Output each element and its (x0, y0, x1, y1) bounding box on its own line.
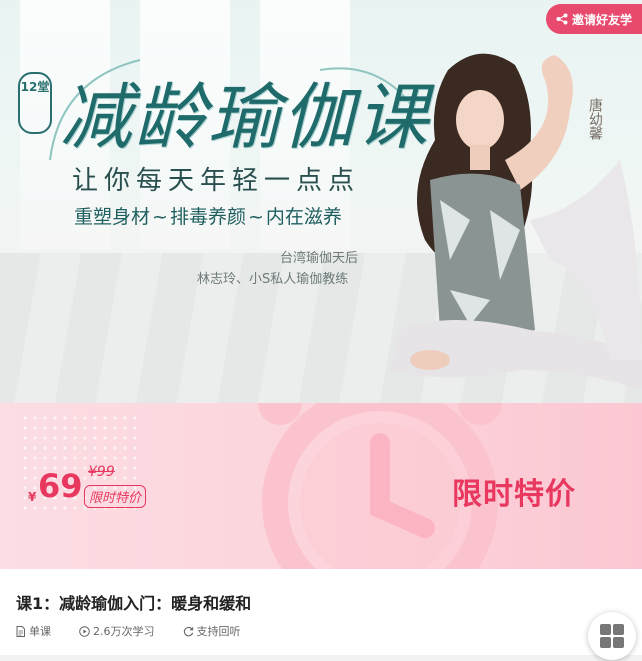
invite-friends-button[interactable]: 邀请好友学 (546, 4, 642, 34)
lesson-type-label: 单课 (29, 625, 51, 638)
replay-icon (183, 626, 193, 636)
invite-friends-label: 邀请好友学 (571, 12, 632, 27)
course-banner: 12堂 减龄瑜伽课 让你每天年轻一点点 重塑身材 ~ 排毒养颜 ~ 内在滋养 台湾瑜伽天… (0, 0, 642, 403)
play-circle-icon (79, 625, 90, 637)
menu-grid-button[interactable] (588, 612, 636, 660)
tagline-item: 重塑身材 (74, 206, 151, 228)
limited-offer-label: 限时特价 (452, 477, 576, 512)
current-price: 69 (38, 467, 83, 505)
document-icon (16, 625, 25, 637)
tagline-item: 排毒养颜 (169, 206, 246, 228)
tagline-separator: ~ (247, 206, 264, 228)
instructor-name: 唐幼馨 (587, 98, 603, 140)
original-price: ¥99 (88, 464, 115, 480)
instructor-credit-detail: 林志玲、小S私人瑜伽教练 (197, 272, 349, 287)
lesson-title[interactable]: 课1：减龄瑜伽入门：暖身和缓和 (16, 590, 251, 614)
lesson-views-label: 2.6万次学习 (93, 625, 155, 638)
course-subtitle: 让你每天年轻一点点 (72, 166, 361, 196)
instructor-photo (390, 53, 642, 390)
tagline-separator: ~ (152, 206, 168, 228)
divider (0, 655, 642, 661)
currency-symbol: ¥ (28, 490, 37, 504)
limited-deal-tag: 限时特价 (84, 485, 147, 508)
lesson-views: 2.6万次学习 (79, 623, 155, 639)
course-tagline: 重塑身材 ~ 排毒养颜 ~ 内在滋养 (74, 202, 342, 229)
lesson-type: 单课 (15, 623, 51, 639)
grid-icon (600, 624, 624, 648)
lesson-replay-label: 支持回听 (196, 625, 241, 638)
lesson-count-badge: 12堂 (18, 72, 52, 134)
lesson-replay: 支持回听 (183, 623, 241, 639)
price-panel: ¥ 69 ¥99 限时特价 限时特价 (0, 403, 642, 569)
lesson-meta: 单课 2.6万次学习 支持回听 (15, 623, 269, 639)
share-icon (556, 13, 568, 25)
